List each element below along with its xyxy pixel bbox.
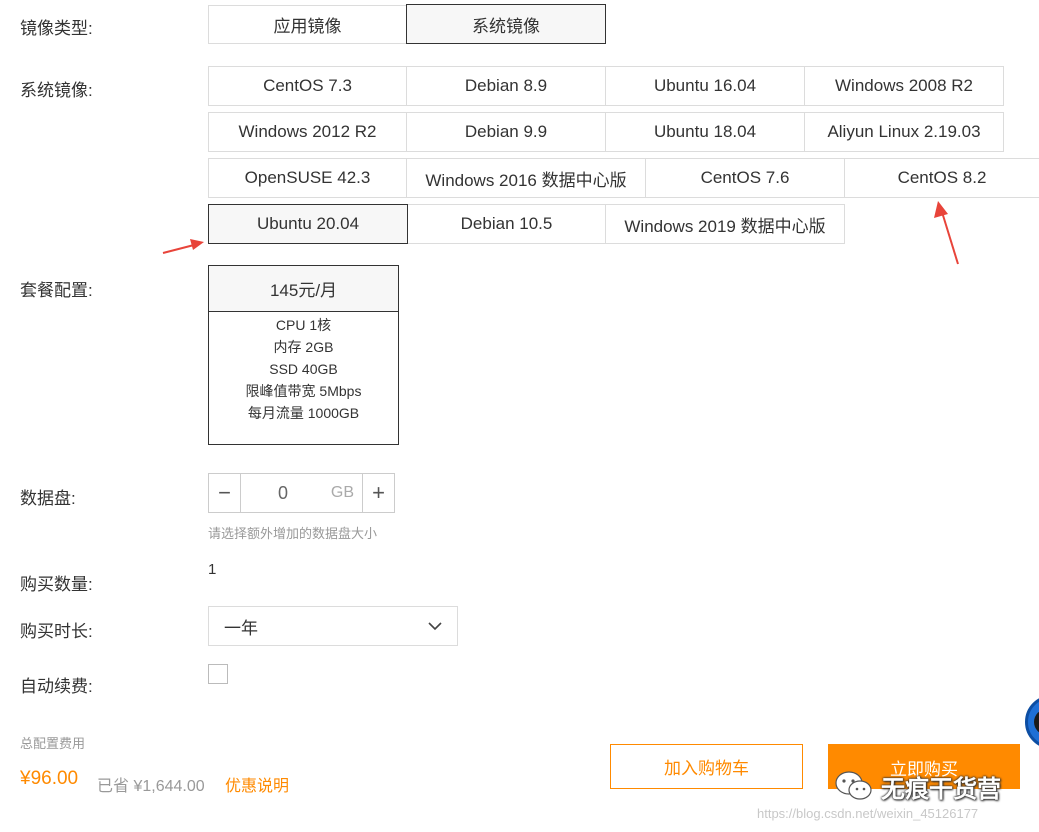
duration-select[interactable]: 一年 (208, 606, 458, 646)
image-option-centos-7-3[interactable]: CentOS 7.3 (208, 66, 407, 106)
auto-renew-checkbox[interactable] (208, 664, 228, 684)
image-option-debian-8-9[interactable]: Debian 8.9 (406, 66, 606, 106)
quantity-value: 1 (208, 561, 217, 578)
plan-label: 套餐配置: (20, 281, 93, 300)
system-image-label: 系统镜像: (20, 81, 93, 100)
image-option-aliyun-linux[interactable]: Aliyun Linux 2.19.03 (804, 112, 1004, 152)
data-disk-input[interactable] (241, 474, 325, 512)
total-config-label: 总配置费用 (20, 736, 86, 751)
annotation-arrow-up-icon (934, 201, 959, 265)
duration-label: 购买时长: (20, 622, 93, 641)
total-price: ¥96.00 (20, 768, 79, 789)
wechat-icon (835, 771, 872, 800)
image-option-debian-10-5[interactable]: Debian 10.5 (407, 204, 606, 244)
saved-amount: 已省 ¥1,644.00 (97, 778, 205, 795)
image-option-windows-2008-r2[interactable]: Windows 2008 R2 (804, 66, 1004, 106)
plan-price: 145元/月 (209, 266, 398, 312)
image-option-windows-2012-r2[interactable]: Windows 2012 R2 (208, 112, 407, 152)
chevron-down-icon (428, 622, 442, 631)
annotation-arrow-right-icon (162, 239, 204, 254)
image-option-ubuntu-20-04[interactable]: Ubuntu 20.04 (208, 204, 408, 244)
image-option-windows-2019[interactable]: Windows 2019 数据中心版 (605, 204, 845, 244)
data-disk-unit: GB (330, 484, 354, 501)
headset-icon (1034, 709, 1039, 735)
decrement-button[interactable]: − (209, 474, 241, 512)
increment-button[interactable]: + (362, 474, 394, 512)
promo-info-link[interactable]: 优惠说明 (225, 772, 289, 796)
plan-spec-cpu: CPU 1核 (275, 317, 332, 333)
plan-spec-ssd: SSD 40GB (269, 361, 338, 377)
data-disk-field: GB (241, 474, 362, 512)
plan-card[interactable]: 145元/月 CPU 1核 内存 2GB SSD 40GB 限峰值带宽 5Mbp… (208, 265, 399, 445)
watermark-url: https://blog.csdn.net/weixin_45126177 (757, 806, 979, 821)
data-disk-stepper: − GB + (208, 473, 395, 513)
plan-spec-traffic: 每月流量 1000GB (247, 405, 360, 421)
duration-value: 一年 (224, 618, 258, 638)
image-option-windows-2016[interactable]: Windows 2016 数据中心版 (406, 158, 646, 198)
watermark-text: 无痕干货营 (881, 775, 1001, 803)
image-option-ubuntu-16-04[interactable]: Ubuntu 16.04 (605, 66, 805, 106)
add-to-cart-button[interactable]: 加入购物车 (610, 744, 803, 789)
data-disk-hint: 请选择额外增加的数据盘大小 (208, 526, 378, 541)
image-option-ubuntu-18-04[interactable]: Ubuntu 18.04 (605, 112, 805, 152)
image-option-centos-8-2[interactable]: CentOS 8.2 (844, 158, 1039, 198)
plan-specs: CPU 1核 内存 2GB SSD 40GB 限峰值带宽 5Mbps 每月流量 … (209, 312, 398, 424)
quantity-label: 购买数量: (20, 575, 93, 594)
image-option-debian-9-9[interactable]: Debian 9.9 (406, 112, 606, 152)
image-type-system-option[interactable]: 系统镜像 (406, 4, 606, 44)
watermark: 无痕干货营 (833, 768, 1001, 804)
image-type-label: 镜像类型: (20, 19, 93, 38)
image-option-centos-7-6[interactable]: CentOS 7.6 (645, 158, 845, 198)
plan-spec-memory: 内存 2GB (273, 339, 334, 355)
data-disk-label: 数据盘: (20, 489, 76, 508)
image-option-opensuse-42-3[interactable]: OpenSUSE 42.3 (208, 158, 407, 198)
image-type-app-option[interactable]: 应用镜像 (208, 5, 407, 44)
floating-help-widget[interactable] (1025, 695, 1039, 749)
auto-renew-label: 自动续费: (20, 677, 93, 696)
plan-spec-bandwidth: 限峰值带宽 5Mbps (245, 383, 362, 399)
